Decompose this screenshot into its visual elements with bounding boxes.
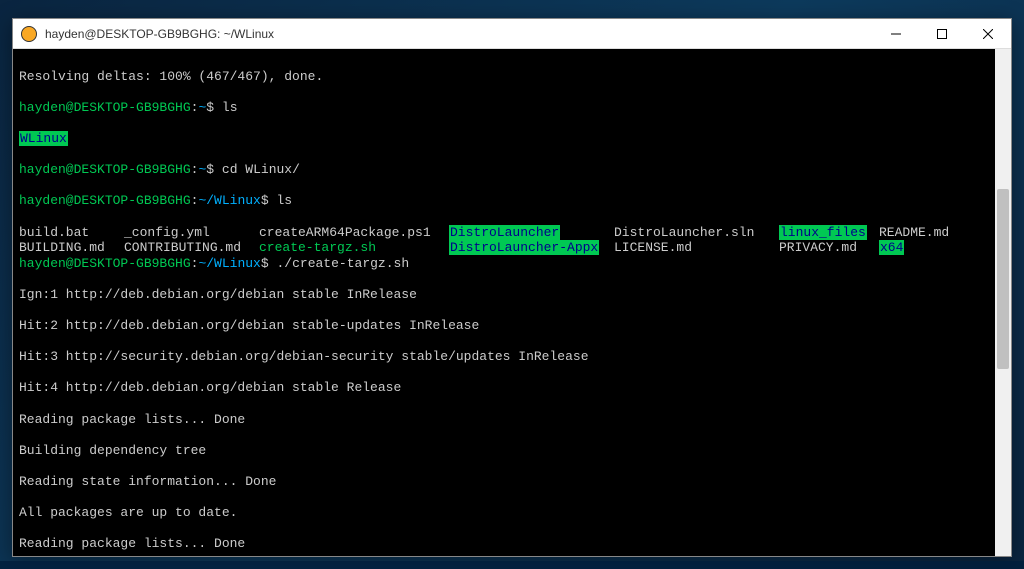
close-button[interactable] [965, 19, 1011, 49]
minimize-button[interactable] [873, 19, 919, 49]
maximize-button[interactable] [919, 19, 965, 49]
desktop-taskbar [0, 561, 1024, 569]
vertical-scrollbar[interactable] [995, 49, 1011, 556]
output-line: Hit:4 http://deb.debian.org/debian stabl… [19, 380, 1005, 396]
ls-row: BUILDING.mdCONTRIBUTING.mdcreate-targz.s… [19, 240, 904, 256]
scrollbar-thumb[interactable] [997, 189, 1009, 369]
output-line: Building dependency tree [19, 443, 1005, 459]
prompt-line: hayden@DESKTOP-GB9BGHG:~$ ls [19, 100, 1005, 116]
ls-output: WLinux [19, 131, 1005, 147]
output-line: Reading package lists... Done [19, 536, 1005, 552]
output-line: Reading package lists... Done [19, 412, 1005, 428]
window-title: hayden@DESKTOP-GB9BGHG: ~/WLinux [45, 27, 873, 41]
prompt-line: hayden@DESKTOP-GB9BGHG:~$ cd WLinux/ [19, 162, 1005, 178]
terminal-window: hayden@DESKTOP-GB9BGHG: ~/WLinux Resolvi… [12, 18, 1012, 557]
ls-row: build.bat_config.ymlcreateARM64Package.p… [19, 225, 949, 241]
app-icon [21, 26, 37, 42]
output-line: Reading state information... Done [19, 474, 1005, 490]
window-controls [873, 19, 1011, 49]
output-line: Resolving deltas: 100% (467/467), done. [19, 69, 1005, 85]
output-line: Ign:1 http://deb.debian.org/debian stabl… [19, 287, 1005, 303]
titlebar[interactable]: hayden@DESKTOP-GB9BGHG: ~/WLinux [13, 19, 1011, 49]
output-line: Hit:2 http://deb.debian.org/debian stabl… [19, 318, 1005, 334]
prompt-line: hayden@DESKTOP-GB9BGHG:~/WLinux$ ./creat… [19, 256, 1005, 272]
terminal-body[interactable]: Resolving deltas: 100% (467/467), done. … [13, 49, 1011, 556]
output-line: Hit:3 http://security.debian.org/debian-… [19, 349, 1005, 365]
prompt-line: hayden@DESKTOP-GB9BGHG:~/WLinux$ ls [19, 193, 1005, 209]
output-line: All packages are up to date. [19, 505, 1005, 521]
